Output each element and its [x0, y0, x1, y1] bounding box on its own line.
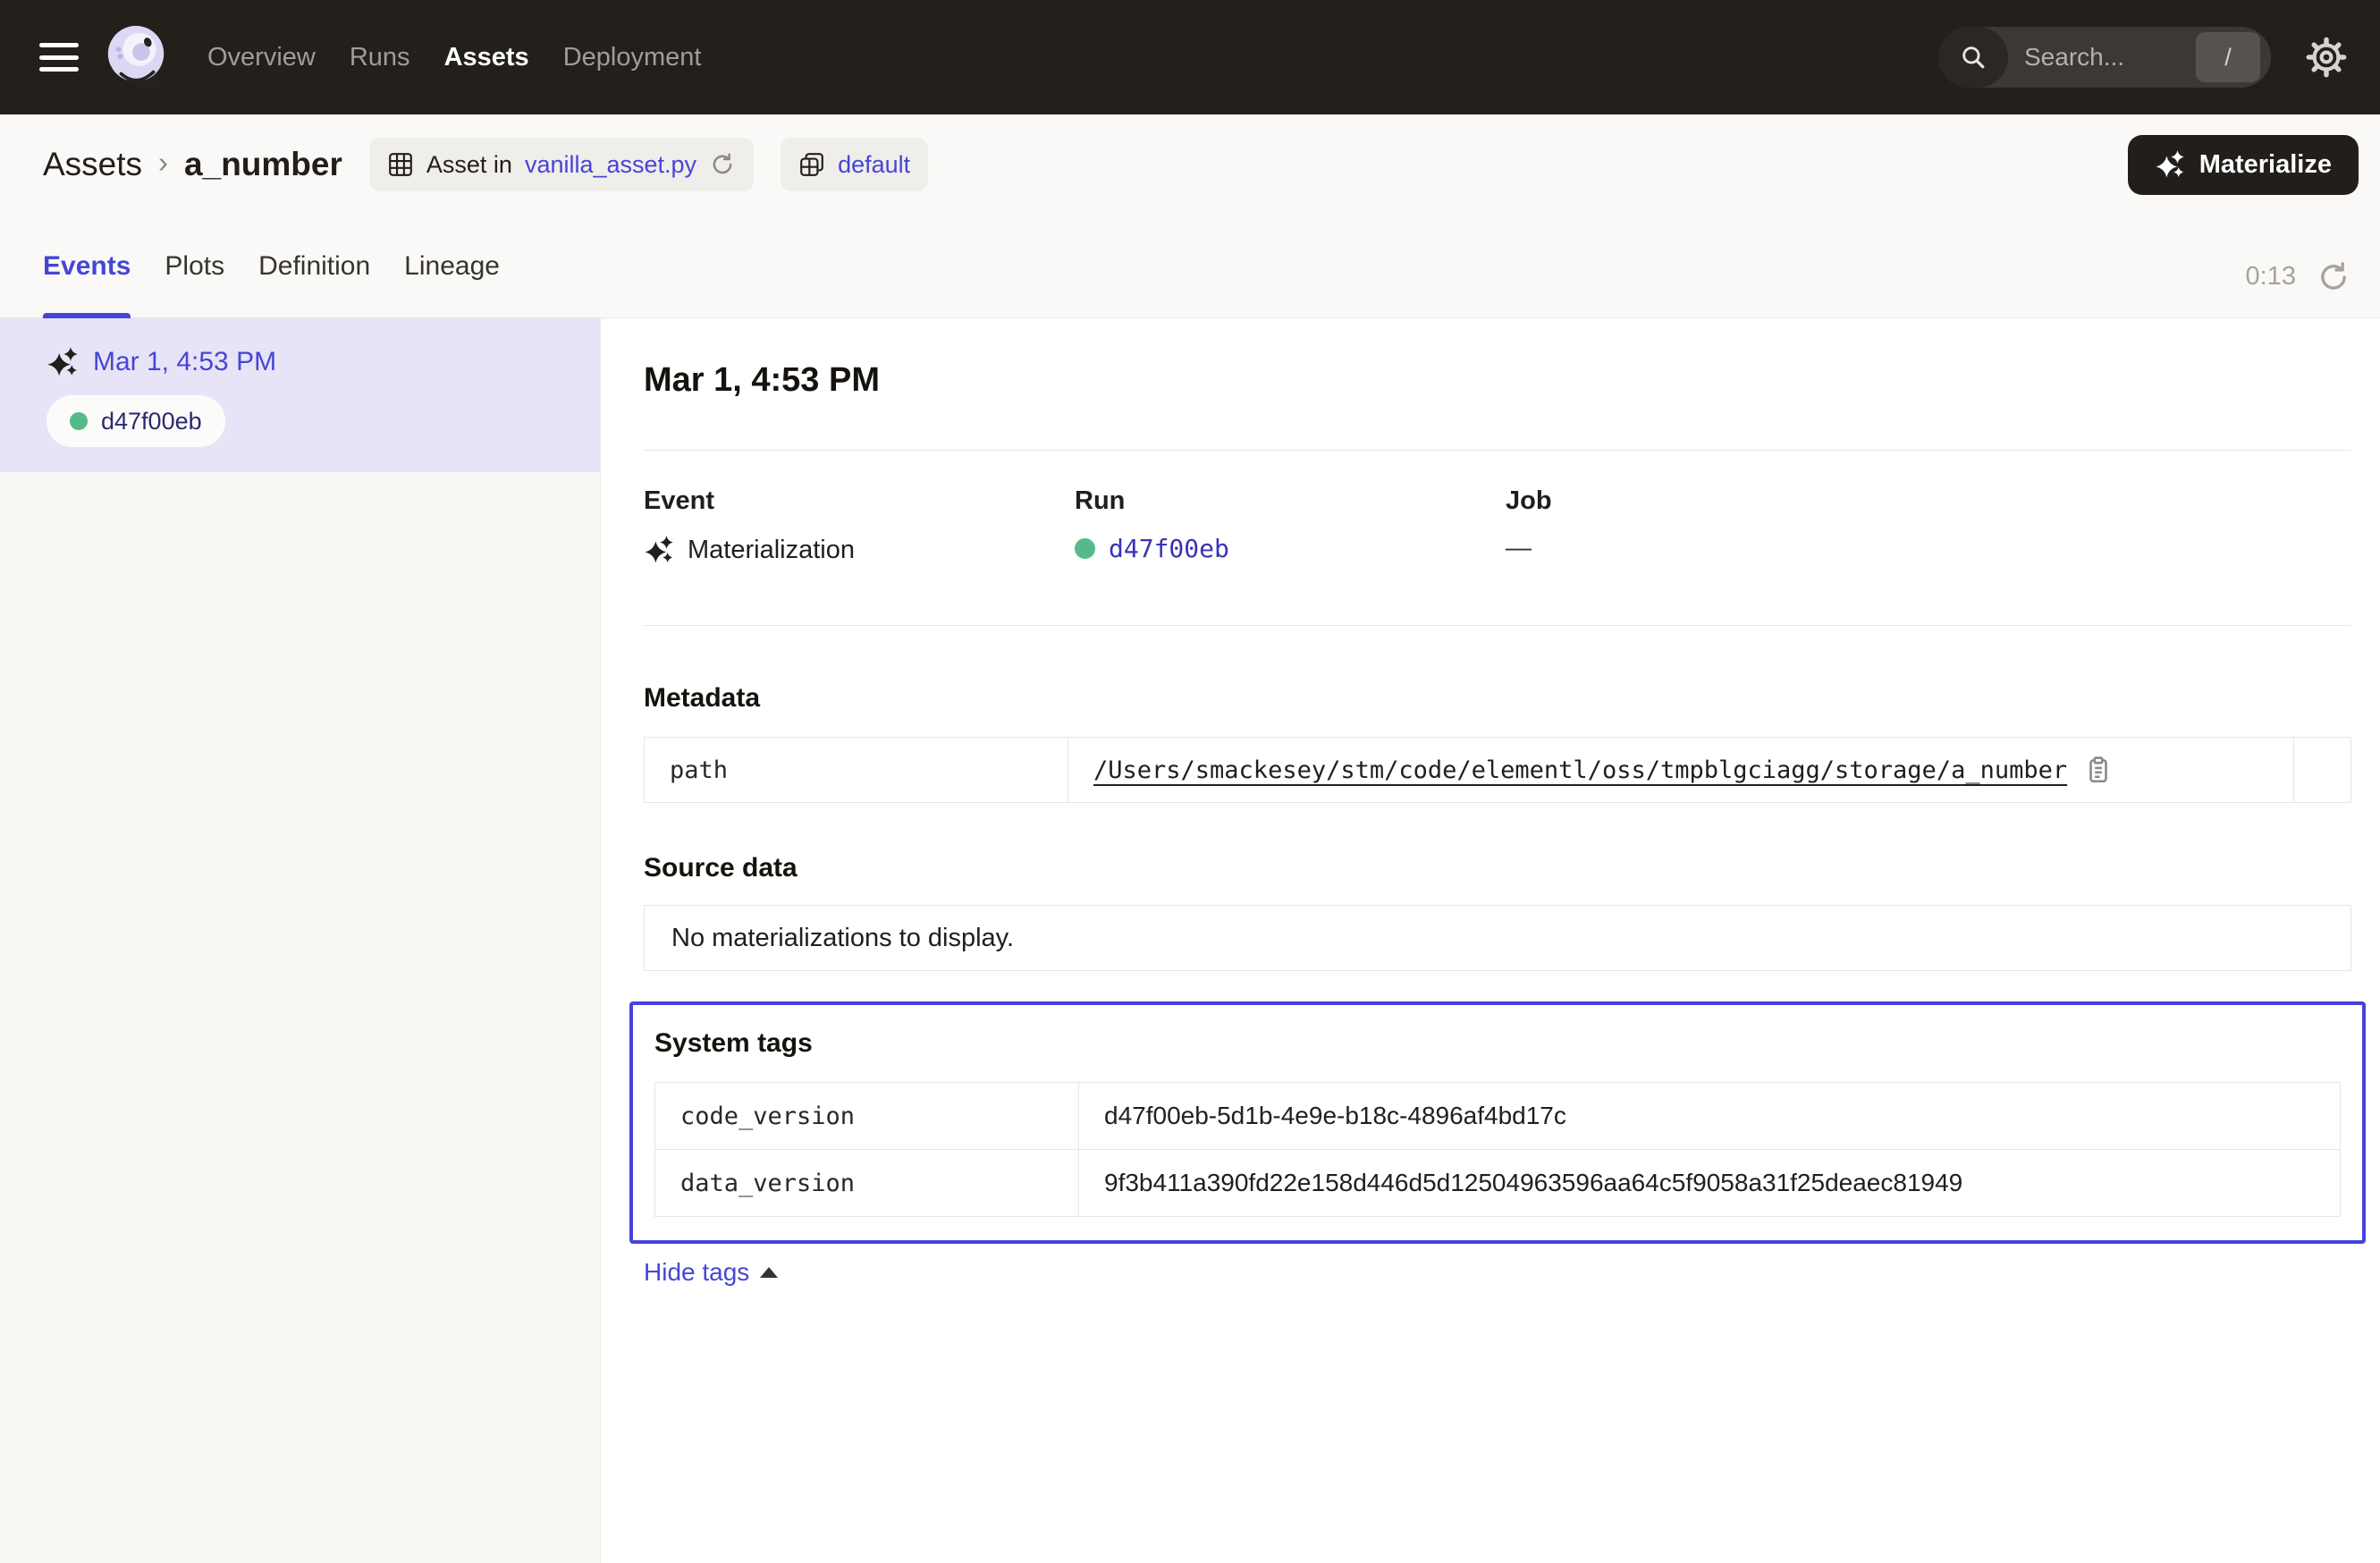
nav-item-overview[interactable]: Overview	[207, 43, 316, 72]
breadcrumb-separator: ›	[158, 146, 168, 180]
breadcrumb: Assets › a_number	[43, 146, 342, 183]
divider	[644, 625, 2351, 626]
materialization-sparkle-icon	[46, 345, 79, 379]
settings-gear-icon[interactable]	[2303, 34, 2350, 80]
system-tags-section: System tags code_version d47f00eb-5d1b-4…	[629, 1001, 2366, 1244]
materialize-label: Materialize	[2199, 150, 2332, 180]
asset-file-link[interactable]: vanilla_asset.py	[525, 151, 696, 179]
tab-bar: Events Plots Definition Lineage 0:13	[0, 215, 2380, 318]
refresh-icon[interactable]	[2316, 259, 2351, 295]
top-nav: Overview Runs Assets Deployment /	[0, 0, 2380, 114]
menu-icon[interactable]	[39, 43, 79, 72]
divider	[644, 450, 2351, 451]
asset-definition-badge: Asset in vanilla_asset.py	[369, 138, 754, 191]
run-status-dot	[70, 412, 88, 430]
hide-tags-toggle[interactable]: Hide tags	[644, 1258, 778, 1287]
source-data-heading: Source data	[644, 853, 2351, 883]
repo-default-link[interactable]: default	[838, 151, 910, 179]
event-column-label: Event	[644, 486, 1075, 516]
refresh-status: 0:13	[2246, 215, 2351, 317]
dagster-logo-icon[interactable]	[102, 22, 172, 92]
refresh-countdown: 0:13	[2246, 262, 2296, 291]
materialization-sparkle-icon	[644, 534, 674, 566]
run-id-pill[interactable]: d47f00eb	[46, 395, 225, 447]
table-row: code_version d47f00eb-5d1b-4e9e-b18c-489…	[655, 1083, 2341, 1150]
system-tag-key: data_version	[655, 1150, 1079, 1217]
tab-definition[interactable]: Definition	[258, 215, 370, 317]
tab-lineage[interactable]: Lineage	[404, 215, 500, 317]
repo-grid-icon	[798, 151, 825, 178]
event-type-label: Materialization	[688, 536, 855, 565]
path-value-link[interactable]: /Users/smackesey/stm/code/elementl/oss/t…	[1093, 756, 2067, 784]
page-title: a_number	[184, 146, 342, 183]
primary-nav: Overview Runs Assets Deployment	[207, 43, 701, 72]
job-column: Job —	[1506, 486, 1937, 566]
source-data-empty-message: No materializations to display.	[671, 924, 1014, 953]
asset-header: Assets › a_number Asset in vanilla_asset…	[0, 114, 2380, 215]
nav-item-deployment[interactable]: Deployment	[563, 43, 702, 72]
event-column: Event Materialization	[644, 486, 1075, 566]
search-box[interactable]: /	[1938, 27, 2271, 88]
tab-plots[interactable]: Plots	[165, 215, 224, 317]
event-detail-panel: Mar 1, 4:53 PM Event Materialization	[601, 318, 2380, 1563]
table-row: path /Users/smackesey/stm/code/elementl/…	[645, 738, 2351, 803]
tab-events[interactable]: Events	[43, 215, 131, 317]
system-tag-value: 9f3b411a390fd22e158d446d5d12504963596aa6…	[1079, 1150, 2341, 1217]
app-window: Overview Runs Assets Deployment /	[0, 0, 2380, 1563]
metadata-heading: Metadata	[644, 683, 2351, 714]
run-id-label: d47f00eb	[101, 408, 202, 435]
event-timestamp-link[interactable]: Mar 1, 4:53 PM	[93, 347, 276, 377]
event-detail-title: Mar 1, 4:53 PM	[644, 361, 2351, 400]
nav-item-runs[interactable]: Runs	[350, 43, 410, 72]
metadata-key: path	[645, 738, 1068, 803]
table-icon	[387, 151, 414, 178]
system-tag-value: d47f00eb-5d1b-4e9e-b18c-4896af4bd17c	[1079, 1083, 2341, 1150]
hide-tags-label: Hide tags	[644, 1258, 749, 1287]
event-list-item[interactable]: Mar 1, 4:53 PM d47f00eb	[0, 318, 600, 472]
search-icon	[1938, 27, 2008, 88]
job-empty-value: —	[1506, 534, 1532, 563]
repository-badge: default	[781, 138, 928, 191]
table-row: data_version 9f3b411a390fd22e158d446d5d1…	[655, 1150, 2341, 1217]
search-shortcut-key: /	[2196, 32, 2260, 82]
run-column: Run d47f00eb	[1075, 486, 1506, 566]
materialize-button[interactable]: Materialize	[2128, 135, 2359, 195]
breadcrumb-assets-link[interactable]: Assets	[43, 146, 142, 183]
copy-icon[interactable]	[2083, 755, 2114, 785]
reload-definition-icon[interactable]	[709, 151, 736, 178]
caret-up-icon	[760, 1267, 778, 1278]
system-tags-heading: System tags	[654, 1028, 2341, 1059]
sparkle-icon	[2155, 148, 2185, 181]
source-data-empty-box: No materializations to display.	[644, 905, 2351, 971]
asset-in-label: Asset in	[426, 151, 512, 179]
job-column-label: Job	[1506, 486, 1937, 516]
event-summary-columns: Event Materialization Run d47f0	[644, 486, 2351, 566]
nav-item-assets[interactable]: Assets	[444, 43, 529, 72]
run-id-link[interactable]: d47f00eb	[1109, 534, 1229, 563]
event-list-sidebar: Mar 1, 4:53 PM d47f00eb	[0, 318, 601, 1563]
metadata-extra-cell	[2294, 738, 2351, 803]
run-column-label: Run	[1075, 486, 1506, 516]
metadata-table: path /Users/smackesey/stm/code/elementl/…	[644, 737, 2351, 803]
search-input[interactable]	[2008, 43, 2196, 72]
system-tag-key: code_version	[655, 1083, 1079, 1150]
system-tags-table: code_version d47f00eb-5d1b-4e9e-b18c-489…	[654, 1082, 2341, 1217]
run-status-dot	[1075, 538, 1095, 559]
